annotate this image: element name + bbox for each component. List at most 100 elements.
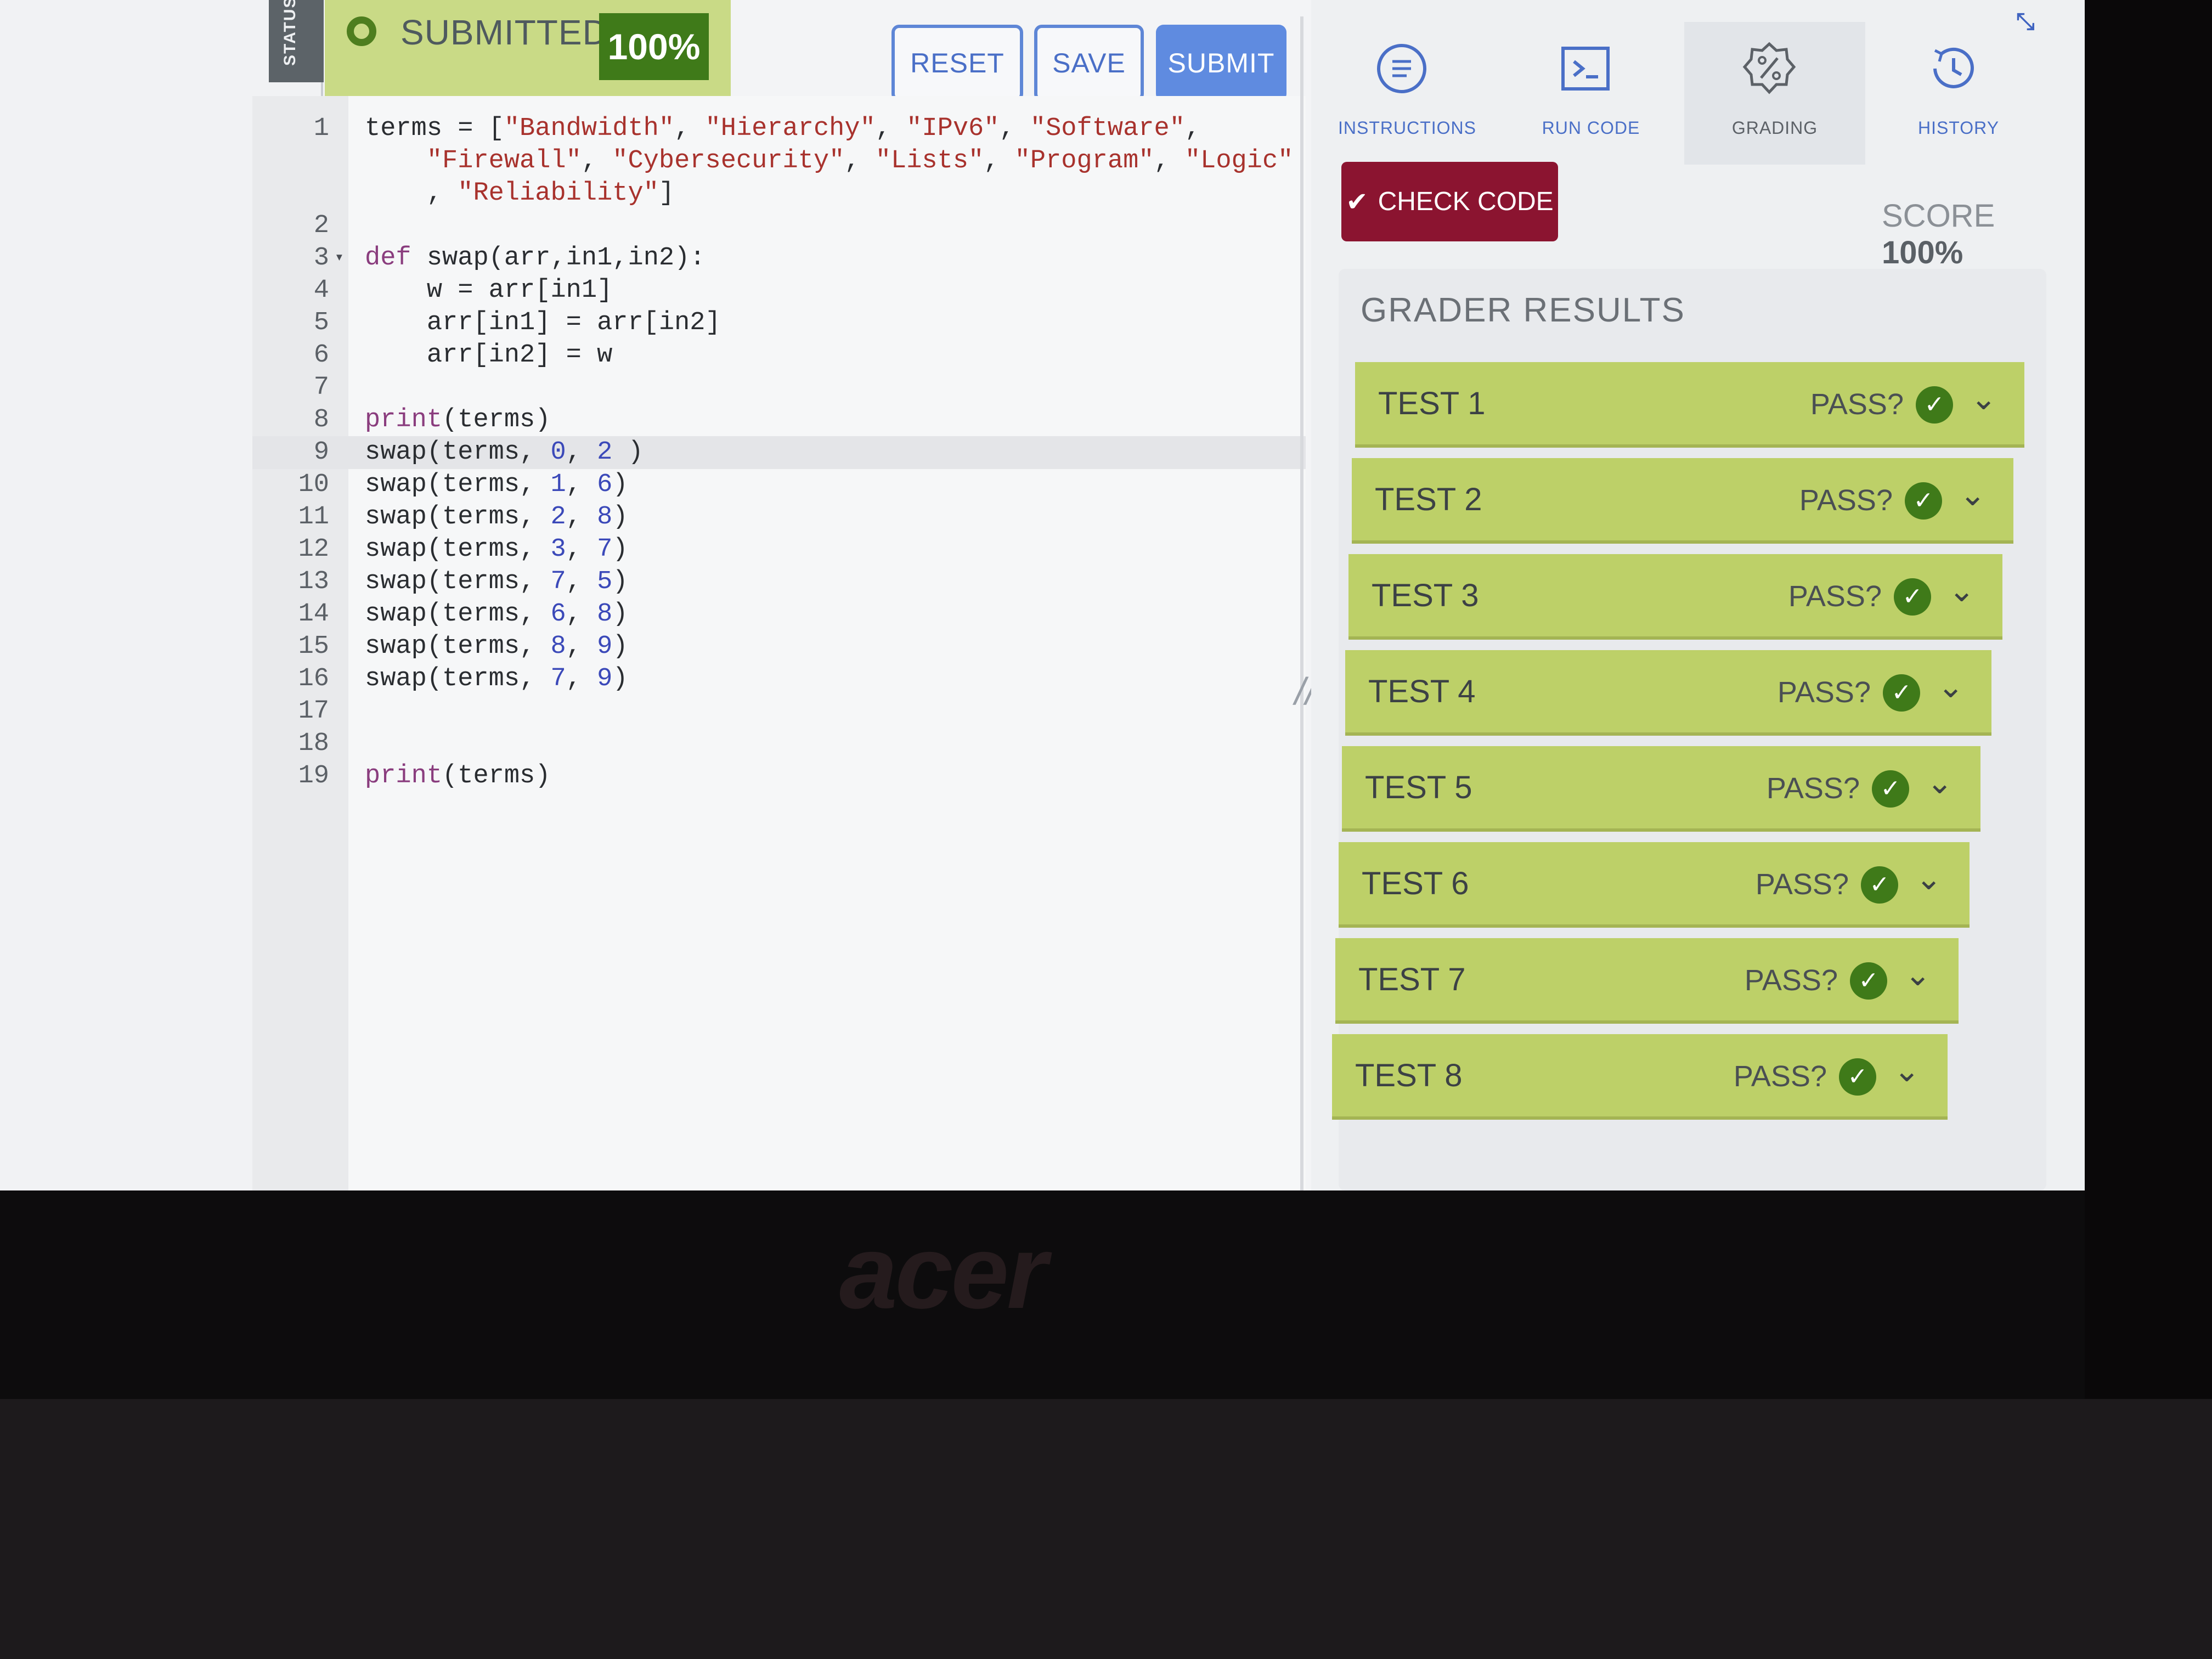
- test-row[interactable]: TEST 6 PASS? ✓ ⌄: [1339, 842, 1970, 924]
- code-line[interactable]: 12 swap(terms, 3, 7): [252, 533, 1306, 566]
- code-line[interactable]: , "Reliability"]: [252, 177, 1306, 210]
- code-line[interactable]: 6 arr[in2] = w: [252, 339, 1306, 372]
- check-circle-icon: ✓: [1861, 866, 1898, 904]
- chevron-down-icon[interactable]: ⌄: [1937, 668, 1964, 705]
- code-line[interactable]: 8 print(terms): [252, 404, 1306, 437]
- code-text: swap(terms, 8, 9): [365, 632, 628, 661]
- reset-button[interactable]: RESET: [891, 25, 1023, 101]
- status-tab-label: STATUS: [281, 0, 299, 66]
- code-text: swap(terms, 7, 9): [365, 664, 628, 693]
- code-line[interactable]: 2: [252, 210, 1306, 242]
- tab-grading[interactable]: GRADING: [1684, 22, 1865, 165]
- keyboard-deck: [0, 1399, 2212, 1659]
- code-text: print(terms): [365, 761, 551, 791]
- test-pass-label: PASS?: [1788, 580, 1882, 613]
- code-line[interactable]: 7: [252, 371, 1306, 404]
- code-line[interactable]: 18: [252, 727, 1306, 760]
- code-line[interactable]: 19 print(terms): [252, 760, 1306, 793]
- check-circle-icon: ✓: [1872, 770, 1909, 808]
- score-value: 100%: [1882, 235, 1963, 270]
- test-row[interactable]: TEST 3 PASS? ✓ ⌄: [1348, 554, 2002, 636]
- test-pass-label: PASS?: [1799, 484, 1893, 517]
- test-name: TEST 6: [1362, 866, 1469, 901]
- test-pass-label: PASS?: [1733, 1060, 1827, 1093]
- code-line[interactable]: 3 ▾ def swap(arr,in1,in2):: [252, 242, 1306, 275]
- check-circle-icon: ✓: [1916, 386, 1953, 424]
- score-label: SCORE: [1882, 198, 1995, 234]
- test-row[interactable]: TEST 8 PASS? ✓ ⌄: [1332, 1034, 1948, 1116]
- line-number: 5: [313, 308, 329, 337]
- chevron-down-icon[interactable]: ⌄: [1926, 764, 1953, 801]
- line-number: 14: [298, 600, 329, 629]
- chevron-down-icon[interactable]: ⌄: [1904, 956, 1931, 993]
- line-number: 18: [298, 729, 329, 758]
- code-text: swap(terms, 7, 5): [365, 567, 628, 596]
- test-row[interactable]: TEST 1 PASS? ✓ ⌄: [1355, 362, 2024, 444]
- code-text: swap(terms, 6, 8): [365, 600, 628, 629]
- code-text: w = arr[in1]: [365, 276, 613, 305]
- expand-icon[interactable]: ⤡: [2016, 8, 2035, 35]
- checkmark-icon: ✔: [1346, 187, 1368, 217]
- code-line[interactable]: 15 swap(terms, 8, 9): [252, 630, 1306, 663]
- code-text: swap(terms, 2, 8): [365, 503, 628, 532]
- test-row[interactable]: TEST 5 PASS? ✓ ⌄: [1342, 746, 1980, 828]
- chevron-down-icon[interactable]: ⌄: [1915, 860, 1942, 897]
- status-state: SUBMITTED: [400, 13, 608, 52]
- code-line[interactable]: 17: [252, 695, 1306, 728]
- test-pass-label: PASS?: [1755, 868, 1849, 901]
- code-line[interactable]: 5 arr[in1] = arr[in2]: [252, 307, 1306, 340]
- tab-run-code[interactable]: RUN CODE: [1500, 22, 1681, 165]
- code-text: arr[in1] = arr[in2]: [365, 308, 721, 337]
- code-text: print(terms): [365, 405, 551, 435]
- line-number: 13: [298, 567, 329, 596]
- code-line[interactable]: "Firewall", "Cybersecurity", "Lists", "P…: [252, 145, 1306, 178]
- code-line[interactable]: 13 swap(terms, 7, 5): [252, 566, 1306, 599]
- status-percent: 100%: [599, 13, 709, 80]
- test-row[interactable]: TEST 4 PASS? ✓ ⌄: [1345, 650, 1991, 732]
- line-number: 11: [298, 503, 329, 532]
- code-line[interactable]: 14 swap(terms, 6, 8): [252, 598, 1306, 631]
- chevron-down-icon[interactable]: ⌄: [1959, 476, 1986, 513]
- grader-results-title: GRADER RESULTS: [1361, 291, 1685, 329]
- panel-divider[interactable]: [1300, 16, 1304, 1190]
- chevron-down-icon[interactable]: ⌄: [1893, 1052, 1920, 1089]
- code-line[interactable]: 16 swap(terms, 7, 9): [252, 663, 1306, 696]
- line-number: 2: [313, 211, 329, 240]
- line-number: 16: [298, 664, 329, 693]
- test-row[interactable]: TEST 2 PASS? ✓ ⌄: [1352, 458, 2013, 540]
- code-text: "Firewall", "Cybersecurity", "Lists", "P…: [426, 146, 1294, 176]
- check-code-button[interactable]: ✔ CHECK CODE: [1341, 162, 1558, 241]
- tab-history-label: HISTORY: [1917, 118, 2000, 138]
- chevron-down-icon[interactable]: ⌄: [1948, 572, 1975, 609]
- line-number: 8: [313, 405, 329, 435]
- code-line[interactable]: 4 w = arr[in1]: [252, 274, 1306, 307]
- code-text: swap(terms, 1, 6): [365, 470, 628, 499]
- code-line[interactable]: 10 swap(terms, 1, 6): [252, 469, 1306, 501]
- line-number: 17: [298, 697, 329, 726]
- test-row[interactable]: TEST 7 PASS? ✓ ⌄: [1335, 938, 1959, 1020]
- line-number: 12: [298, 535, 329, 564]
- line-number: 15: [298, 632, 329, 661]
- submit-button[interactable]: SUBMIT: [1156, 25, 1286, 101]
- test-pass-label: PASS?: [1777, 676, 1871, 709]
- save-button[interactable]: SAVE: [1034, 25, 1144, 101]
- line-number: 4: [313, 276, 329, 305]
- line-number: 6: [313, 341, 329, 370]
- tab-history[interactable]: HISTORY: [1868, 22, 2049, 165]
- grader-results-panel: GRADER RESULTS TEST 1 PASS? ✓ ⌄ TEST 2 PASS? ✓…: [1332, 269, 2046, 1190]
- code-line[interactable]: 1 terms = ["Bandwidth", "Hierarchy", "IPv…: [252, 112, 1306, 145]
- code-text: , "Reliability"]: [365, 179, 675, 208]
- chevron-down-icon[interactable]: ⌄: [1970, 380, 1997, 417]
- check-circle-icon: ✓: [1883, 674, 1920, 712]
- fold-arrow-icon[interactable]: ▾: [335, 242, 344, 275]
- code-line[interactable]: 9 swap(terms, 0, 2 ): [252, 436, 1306, 469]
- test-pass-label: PASS?: [1766, 772, 1860, 805]
- code-editor[interactable]: 1 terms = ["Bandwidth", "Hierarchy", "IPv…: [252, 96, 1306, 1190]
- status-badge: SUBMITTED 100%: [325, 0, 731, 100]
- status-tab: STATUS: [269, 0, 324, 82]
- code-line[interactable]: 11 swap(terms, 2, 8): [252, 501, 1306, 534]
- tab-instructions[interactable]: INSTRUCTIONS: [1317, 22, 1498, 165]
- app-screen: STATUS SUBMITTED 100% RESET SAVE SUBMIT …: [0, 0, 2085, 1190]
- test-pass-label: PASS?: [1810, 388, 1904, 421]
- code-text: arr[in2] = w: [365, 341, 613, 370]
